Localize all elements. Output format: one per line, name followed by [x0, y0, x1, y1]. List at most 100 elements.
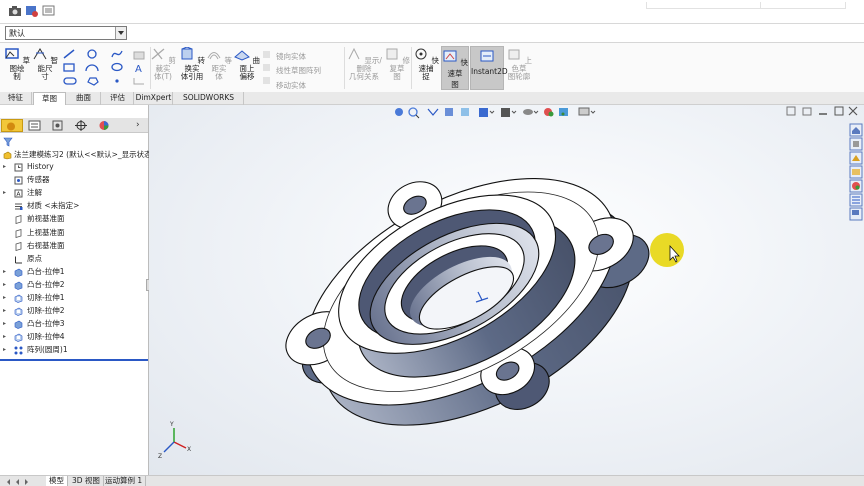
- expand-arrow-icon[interactable]: ▸: [3, 292, 6, 304]
- plane-icon: [15, 241, 22, 251]
- tab-features[interactable]: 特征: [0, 92, 32, 105]
- shaded-sketch-contours-button[interactable]: 上色草 图轮廓: [506, 47, 532, 81]
- tab-evaluate[interactable]: 评估: [102, 92, 134, 105]
- tab-model[interactable]: 模型: [46, 476, 68, 486]
- tree-item[interactable]: 原点: [0, 253, 148, 265]
- color-wheel-icon: [99, 121, 109, 130]
- configuration-dropdown[interactable]: 默认: [5, 26, 127, 40]
- expand-arrow-icon[interactable]: ▸: [3, 331, 6, 343]
- filter-icon[interactable]: [3, 137, 13, 147]
- tree-item-label: 凸台-拉伸1: [27, 266, 65, 276]
- circle-icon: [87, 49, 97, 59]
- model-view-tabs: 模型 3D 视图 运动算例 1: [0, 475, 864, 486]
- plane-icon: [15, 228, 22, 238]
- offset-surface-icon: [234, 50, 250, 61]
- crosshair-icon: [75, 120, 87, 131]
- tree-item[interactable]: 传感器: [0, 174, 148, 186]
- tab-motion-study[interactable]: 运动算例 1: [102, 476, 147, 486]
- rapid-sketch-button[interactable]: 快速草 图: [441, 46, 469, 90]
- convert-entities-icon: [181, 46, 193, 60]
- tree-root-part[interactable]: 法兰建模练习2 (默认<<默认>_显示状态: [0, 149, 152, 161]
- extrude-icon: [14, 281, 23, 290]
- tree-item[interactable]: 上视基准面: [0, 227, 148, 239]
- tree-item-label: 凸台-拉伸2: [27, 279, 65, 289]
- extrude-icon: [14, 320, 23, 330]
- expand-arrow-icon[interactable]: ▸: [3, 344, 6, 356]
- offset-on-surface-button[interactable]: 曲面上 偏移: [233, 47, 261, 81]
- configuration-manager-tab[interactable]: [47, 119, 69, 132]
- tab-sketch[interactable]: 草图: [33, 92, 66, 105]
- sketch-tools-grid[interactable]: A: [62, 48, 148, 88]
- repair-sketch-icon: [386, 48, 398, 60]
- repair-sketch-button[interactable]: 修复草 图: [384, 47, 410, 81]
- mirror-entities-item[interactable]: 镜向实体: [276, 51, 306, 62]
- tree-item[interactable]: ▸ 切除-拉伸2: [0, 305, 148, 317]
- tree-item[interactable]: 材质 <未指定>: [0, 200, 148, 212]
- tab-scroll-icon: [7, 479, 28, 485]
- cut-icon: [14, 333, 23, 343]
- expand-arrow-icon[interactable]: ▸: [3, 279, 6, 291]
- graphics-area[interactable]: X Y Z: [149, 105, 864, 475]
- file-explorer-icon: [849, 165, 863, 179]
- tree-item[interactable]: ▸ History: [0, 161, 148, 173]
- cut-icon: [14, 294, 23, 303]
- chevron-right-icon[interactable]: ›: [136, 120, 140, 130]
- expand-arrow-icon[interactable]: ▸: [3, 187, 6, 199]
- instant2d-icon: [480, 50, 494, 62]
- trim-entities-button[interactable]: 剪裁实 体(T): [150, 47, 176, 81]
- tree-item[interactable]: ▸ 阵列(圆周)1: [0, 344, 148, 356]
- tree-item-label: 切除-拉伸4: [27, 332, 65, 342]
- tree-item[interactable]: ▸ 切除-拉伸1: [0, 292, 148, 304]
- expand-arrow-icon[interactable]: ▸: [3, 161, 6, 173]
- tab-scroll-arrows[interactable]: [4, 478, 34, 485]
- chevron-down-icon[interactable]: [115, 27, 126, 39]
- expand-arrow-icon[interactable]: ▸: [3, 318, 6, 330]
- tab-solidworks-mbd[interactable]: SOLIDWORKS MBD: [174, 92, 244, 114]
- flange-3d-model[interactable]: X Y Z: [149, 105, 864, 475]
- linear-pattern-item[interactable]: 线性草图阵列: [276, 65, 321, 76]
- property-manager-tab[interactable]: [24, 119, 46, 132]
- cut-icon: [14, 307, 23, 316]
- display-manager-tab[interactable]: [93, 119, 115, 132]
- rectangle-icon: [63, 63, 75, 72]
- arc-icon: [85, 64, 99, 72]
- display-delete-relations-button[interactable]: 显示/删除 几何关系: [346, 47, 382, 81]
- point-icon: [115, 79, 119, 83]
- tab-dimxpert[interactable]: DimXpert: [135, 92, 173, 105]
- smart-dimension-button[interactable]: 智能尺 寸: [32, 47, 58, 81]
- instant2d-button[interactable]: Instant2D: [470, 46, 508, 90]
- trim-icon: [151, 48, 165, 60]
- quick-snaps-button[interactable]: 快速捕 捉: [413, 47, 439, 81]
- relations-icon: [348, 47, 360, 60]
- forum-icon: [849, 207, 863, 221]
- sketch-button[interactable]: 草图绘 制: [4, 47, 30, 81]
- tree-filter[interactable]: [0, 135, 148, 149]
- tree-item-label: 阵列(圆周)1: [27, 345, 68, 355]
- svg-text:X: X: [187, 446, 191, 453]
- camera-icon[interactable]: [8, 4, 22, 18]
- tab-surfaces[interactable]: 曲面: [67, 92, 101, 105]
- offset-entities-button[interactable]: 等距实 体: [206, 47, 232, 81]
- tab-3d-views[interactable]: 3D 视图: [69, 476, 104, 486]
- dimxpert-manager-tab[interactable]: [70, 119, 92, 132]
- text-icon: A: [135, 64, 142, 75]
- task-pane-tabs[interactable]: [848, 123, 864, 223]
- tree-item[interactable]: ▸ 凸台-拉伸2: [0, 279, 148, 291]
- rollback-bar[interactable]: [0, 359, 148, 361]
- move-entities-item[interactable]: 移动实体: [276, 80, 306, 91]
- tree-item[interactable]: ▸ A 注解: [0, 187, 148, 199]
- tree-item[interactable]: ▸ 凸台-拉伸1: [0, 266, 148, 278]
- convert-entities-button[interactable]: 转换实 体引用: [178, 46, 206, 81]
- tree-item[interactable]: 前视基准面: [0, 213, 148, 225]
- options-icon[interactable]: [25, 4, 39, 18]
- tree-item-label: 原点: [27, 253, 42, 263]
- svg-text:Y: Y: [169, 421, 174, 428]
- expand-arrow-icon[interactable]: ▸: [3, 266, 6, 278]
- resources-icon: [849, 137, 863, 151]
- view-icon[interactable]: [42, 4, 56, 18]
- tree-item[interactable]: ▸ 切除-拉伸4: [0, 331, 148, 343]
- tree-item[interactable]: 右视基准面: [0, 240, 148, 252]
- expand-arrow-icon[interactable]: ▸: [3, 305, 6, 317]
- feature-manager-tab[interactable]: [1, 119, 23, 132]
- tree-item[interactable]: ▸ 凸台-拉伸3: [0, 318, 148, 330]
